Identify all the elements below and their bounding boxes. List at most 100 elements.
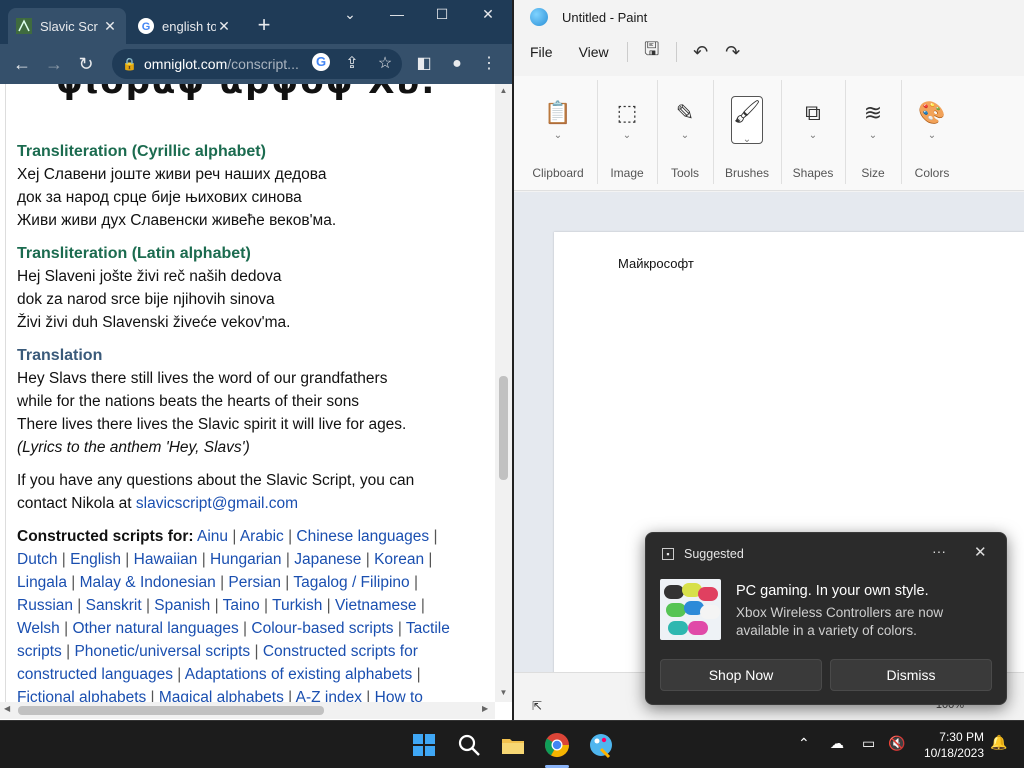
script-link[interactable]: Constructed scripts for — [263, 643, 418, 660]
ribbon-group-clipboard[interactable]: 📋 ⌄ Clipboard — [528, 76, 588, 191]
links-line: Dutch | English | Hawaiian | Hungarian |… — [17, 548, 487, 571]
ribbon-group-colors[interactable]: 🎨 ⌄ Colors — [906, 76, 958, 191]
ribbon-group-size[interactable]: ≋ ⌄ Size — [850, 76, 896, 191]
scroll-down-icon[interactable]: ▼ — [495, 688, 512, 697]
reload-icon[interactable]: ↻ — [74, 52, 98, 76]
script-link[interactable]: Sanskrit — [86, 597, 142, 614]
script-link[interactable]: How to — [375, 689, 423, 702]
volume-muted-icon[interactable]: 🔇 — [888, 735, 905, 752]
profile-icon[interactable]: ● — [445, 52, 469, 76]
close-icon[interactable]: ✕ — [974, 543, 987, 561]
script-link[interactable]: Magical alphabets — [159, 689, 284, 702]
chrome-icon[interactable] — [543, 731, 571, 759]
link-separator: | — [215, 574, 229, 591]
slavic-script-sample: ψιοραφ αρψοφ Χυ. — [56, 84, 436, 102]
script-link[interactable]: scripts — [17, 643, 62, 660]
undo-icon[interactable]: ↶ — [685, 42, 717, 63]
script-link[interactable]: Spanish — [154, 597, 210, 614]
file-explorer-icon[interactable] — [499, 731, 527, 759]
redo-icon[interactable]: ↷ — [717, 42, 749, 63]
scroll-right-icon[interactable]: ▶ — [482, 704, 488, 713]
more-options-icon[interactable]: ··· — [932, 543, 946, 559]
script-link[interactable]: A-Z index — [296, 689, 362, 702]
script-link[interactable]: Colour-based scripts — [251, 620, 393, 637]
google-lens-icon[interactable]: G — [312, 53, 330, 71]
ribbon-group-image[interactable]: ⬚ ⌄ Image — [602, 76, 652, 191]
script-link[interactable]: English — [70, 551, 121, 568]
script-link[interactable]: constructed languages — [17, 666, 173, 683]
search-icon[interactable] — [455, 731, 483, 759]
ribbon-group-tools[interactable]: ✎ ⌄ Tools — [662, 76, 708, 191]
script-link[interactable]: Russian — [17, 597, 73, 614]
forward-arrow-icon[interactable]: → — [42, 52, 66, 76]
scroll-left-icon[interactable]: ◀ — [4, 704, 10, 713]
close-window-icon[interactable]: ✕ — [476, 6, 500, 26]
script-link[interactable]: Turkish — [272, 597, 322, 614]
script-link[interactable]: Persian — [228, 574, 281, 591]
chevron-down-icon: ⌄ — [808, 130, 818, 141]
side-panel-icon[interactable]: ◧ — [412, 52, 436, 76]
ribbon-divider — [657, 80, 658, 184]
windows-start-icon[interactable] — [410, 731, 438, 759]
script-link[interactable]: Chinese languages — [296, 528, 429, 545]
tab-search-icon[interactable]: ⌄ — [338, 6, 362, 26]
menu-file[interactable]: File — [520, 44, 563, 60]
shop-now-button[interactable]: Shop Now — [660, 659, 822, 691]
paint-titlebar: Untitled - Paint — [514, 0, 1024, 34]
email-link[interactable]: slavicscript@gmail.com — [136, 495, 298, 512]
script-link[interactable]: Vietnamese — [335, 597, 417, 614]
link-separator: | — [393, 620, 406, 637]
close-icon[interactable]: ✕ — [102, 18, 118, 34]
display-icon[interactable]: ▭ — [862, 735, 875, 752]
script-link[interactable]: Taino — [223, 597, 260, 614]
script-link[interactable]: Ainu — [197, 528, 228, 545]
script-link[interactable]: Tactile — [406, 620, 450, 637]
taskbar-clock[interactable]: 7:30 PM 10/18/2023 — [912, 729, 984, 761]
link-separator: | — [197, 551, 211, 568]
ribbon-group-shapes[interactable]: ⧉ ⌄ Shapes — [786, 76, 840, 191]
script-link[interactable]: Phonetic/universal scripts — [74, 643, 250, 660]
scroll-up-icon[interactable]: ▲ — [495, 86, 512, 95]
horizontal-scrollbar[interactable]: ◀ ▶ — [0, 702, 495, 719]
script-link[interactable]: Hungarian — [210, 551, 282, 568]
script-link[interactable]: Adaptations of existing alphabets — [185, 666, 413, 683]
translation-line: Hey Slavs there still lives the word of … — [17, 370, 388, 387]
script-link[interactable]: Fictional alphabets — [17, 689, 146, 702]
links-line: constructed languages | Adaptations of e… — [17, 663, 487, 686]
paint-icon[interactable] — [587, 731, 615, 759]
menu-view[interactable]: View — [569, 44, 619, 60]
script-link[interactable]: Welsh — [17, 620, 60, 637]
cloud-icon[interactable]: ☁ — [830, 735, 844, 752]
maximize-icon[interactable]: ☐ — [430, 6, 454, 26]
chevron-up-icon[interactable]: ⌃ — [798, 735, 810, 752]
new-tab-button[interactable]: + — [252, 14, 276, 38]
back-arrow-icon[interactable]: ← — [10, 52, 34, 76]
script-link[interactable]: Lingala — [17, 574, 67, 591]
script-link[interactable]: Japanese — [294, 551, 361, 568]
script-link[interactable]: Tagalog / Filipino — [293, 574, 409, 591]
scroll-thumb[interactable] — [18, 706, 324, 715]
menu-kebab-icon[interactable]: ⋮ — [477, 52, 501, 76]
script-link[interactable]: Other natural languages — [72, 620, 238, 637]
notification-bell-icon[interactable]: 🔔 — [990, 734, 1007, 751]
bookmark-star-icon[interactable]: ☆ — [373, 52, 397, 76]
minimize-icon[interactable]: — — [385, 6, 409, 26]
tab-english-to[interactable]: G english to ✕ — [130, 8, 240, 44]
script-link[interactable]: Hawaiian — [134, 551, 198, 568]
tab-slavic-script[interactable]: Slavic Scr ✕ — [8, 8, 126, 44]
close-icon[interactable]: ✕ — [216, 18, 232, 34]
share-icon[interactable]: ⇪ — [340, 52, 364, 76]
script-link[interactable]: Korean — [374, 551, 424, 568]
dismiss-button[interactable]: Dismiss — [830, 659, 992, 691]
vertical-scrollbar[interactable]: ▲ ▼ — [495, 84, 512, 702]
script-link[interactable]: Arabic — [240, 528, 284, 545]
save-icon[interactable]: 🖫 — [636, 37, 668, 67]
link-separator: | — [210, 597, 223, 614]
notification-title: PC gaming. In your own style. — [736, 583, 929, 599]
script-link[interactable]: Malay & Indonesian — [80, 574, 216, 591]
scroll-thumb[interactable] — [499, 376, 508, 480]
ribbon-group-brushes[interactable]: 🖌 ⌄ Brushes — [718, 76, 776, 191]
taskbar: ⌃ ☁ ▭ 🔇 7:30 PM 10/18/2023 🔔 — [0, 720, 1024, 768]
script-link[interactable]: Dutch — [17, 551, 58, 568]
link-separator: | — [283, 689, 296, 702]
